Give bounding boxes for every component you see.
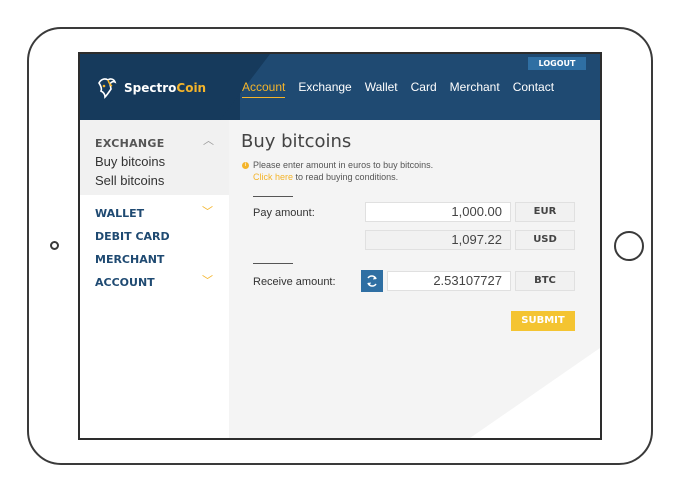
exchange-section-title[interactable]: EXCHANGE xyxy=(95,137,165,150)
brand-logo[interactable]: SpectroCoin xyxy=(96,74,206,102)
nav-card[interactable]: Card xyxy=(411,80,437,98)
nav-account[interactable]: Account xyxy=(242,80,286,98)
sidebar-item-debit-card[interactable]: DEBIT CARD xyxy=(95,230,170,243)
brand-name: SpectroCoin xyxy=(124,81,206,95)
info-text: Please enter amount in euros to buy bitc… xyxy=(253,160,434,170)
usd-currency: USD xyxy=(515,230,575,250)
refresh-icon xyxy=(367,275,377,287)
nav-contact[interactable]: Contact xyxy=(513,80,554,98)
divider xyxy=(253,196,293,197)
home-button[interactable] xyxy=(614,231,644,261)
sidebar-item-merchant[interactable]: MERCHANT xyxy=(95,253,164,266)
receive-amount-input[interactable]: 2.53107727 xyxy=(387,271,511,291)
pay-amount-input[interactable]: 1,000.00 xyxy=(365,202,511,222)
exchange-section: EXCHANGE ︿ Buy bitcoins Sell bitcoins xyxy=(80,120,229,195)
brand-name-part2: Coin xyxy=(176,81,207,95)
logout-button[interactable]: LOGOUT xyxy=(528,57,586,70)
brand-name-part1: Spectro xyxy=(124,81,177,95)
receive-currency: BTC xyxy=(515,271,575,291)
top-header: SpectroCoin Account Exchange Wallet Card… xyxy=(80,54,600,120)
nav-wallet[interactable]: Wallet xyxy=(365,80,398,98)
page-title: Buy bitcoins xyxy=(241,131,352,152)
sidebar-item-buy-bitcoins[interactable]: Buy bitcoins xyxy=(95,154,165,169)
background-wedge xyxy=(470,348,600,438)
pay-currency: EUR xyxy=(515,202,575,222)
swap-button[interactable] xyxy=(361,270,383,292)
sidebar-item-wallet[interactable]: WALLET xyxy=(95,207,144,220)
submit-button[interactable]: SUBMIT xyxy=(511,311,575,331)
receive-amount-label: Receive amount: xyxy=(253,276,336,288)
sidebar: EXCHANGE ︿ Buy bitcoins Sell bitcoins WA… xyxy=(80,120,229,438)
sidebar-item-account[interactable]: ACCOUNT xyxy=(95,276,155,289)
nav-merchant[interactable]: Merchant xyxy=(450,80,500,98)
conditions-text: to read buying conditions. xyxy=(293,172,399,182)
usd-amount-display: 1,097.22 xyxy=(365,230,511,250)
conditions-link[interactable]: Click here xyxy=(253,172,293,182)
info-conditions: Click here to read buying conditions. xyxy=(253,172,398,182)
sidebar-item-sell-bitcoins[interactable]: Sell bitcoins xyxy=(95,173,164,188)
pay-amount-label: Pay amount: xyxy=(253,207,315,219)
main-content: Buy bitcoins i Please enter amount in eu… xyxy=(229,120,600,438)
app-screen: SpectroCoin Account Exchange Wallet Card… xyxy=(78,52,602,440)
main-nav: Account Exchange Wallet Card Merchant Co… xyxy=(242,80,567,98)
nav-exchange[interactable]: Exchange xyxy=(298,80,351,98)
chevron-down-icon[interactable]: ﹀ xyxy=(202,272,213,288)
divider xyxy=(253,263,293,264)
chevron-down-icon[interactable]: ﹀ xyxy=(202,203,213,219)
goat-icon xyxy=(98,78,117,99)
info-icon: i xyxy=(242,162,249,169)
chevron-up-icon[interactable]: ︿ xyxy=(203,132,214,148)
camera-dot xyxy=(50,241,59,250)
